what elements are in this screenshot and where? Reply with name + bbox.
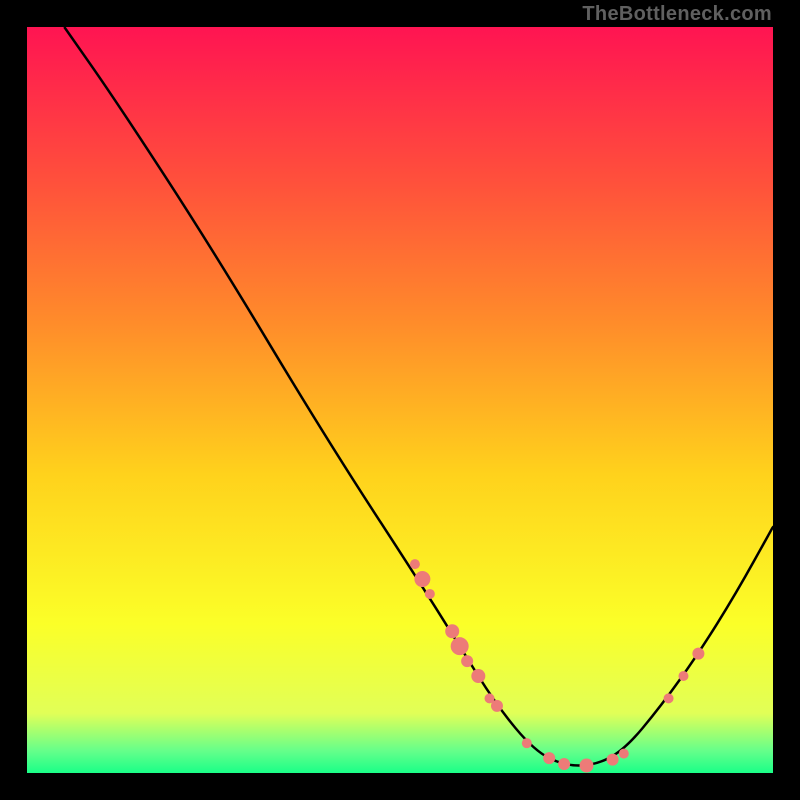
data-point [451,637,469,655]
gradient-background [27,27,773,773]
data-point [558,758,570,770]
watermark-text: TheBottleneck.com [582,3,772,26]
data-point [692,648,704,660]
data-point [445,624,459,638]
chart-plot-area [27,27,773,773]
data-point [522,738,532,748]
data-point [410,559,420,569]
chart-svg [27,27,773,773]
data-point [678,671,688,681]
data-point [580,759,594,773]
data-point [491,700,503,712]
data-point [543,752,555,764]
data-point [619,749,629,759]
data-point [471,669,485,683]
data-point [414,571,430,587]
data-point [607,754,619,766]
data-point [461,655,473,667]
data-point [664,693,674,703]
data-point [425,589,435,599]
